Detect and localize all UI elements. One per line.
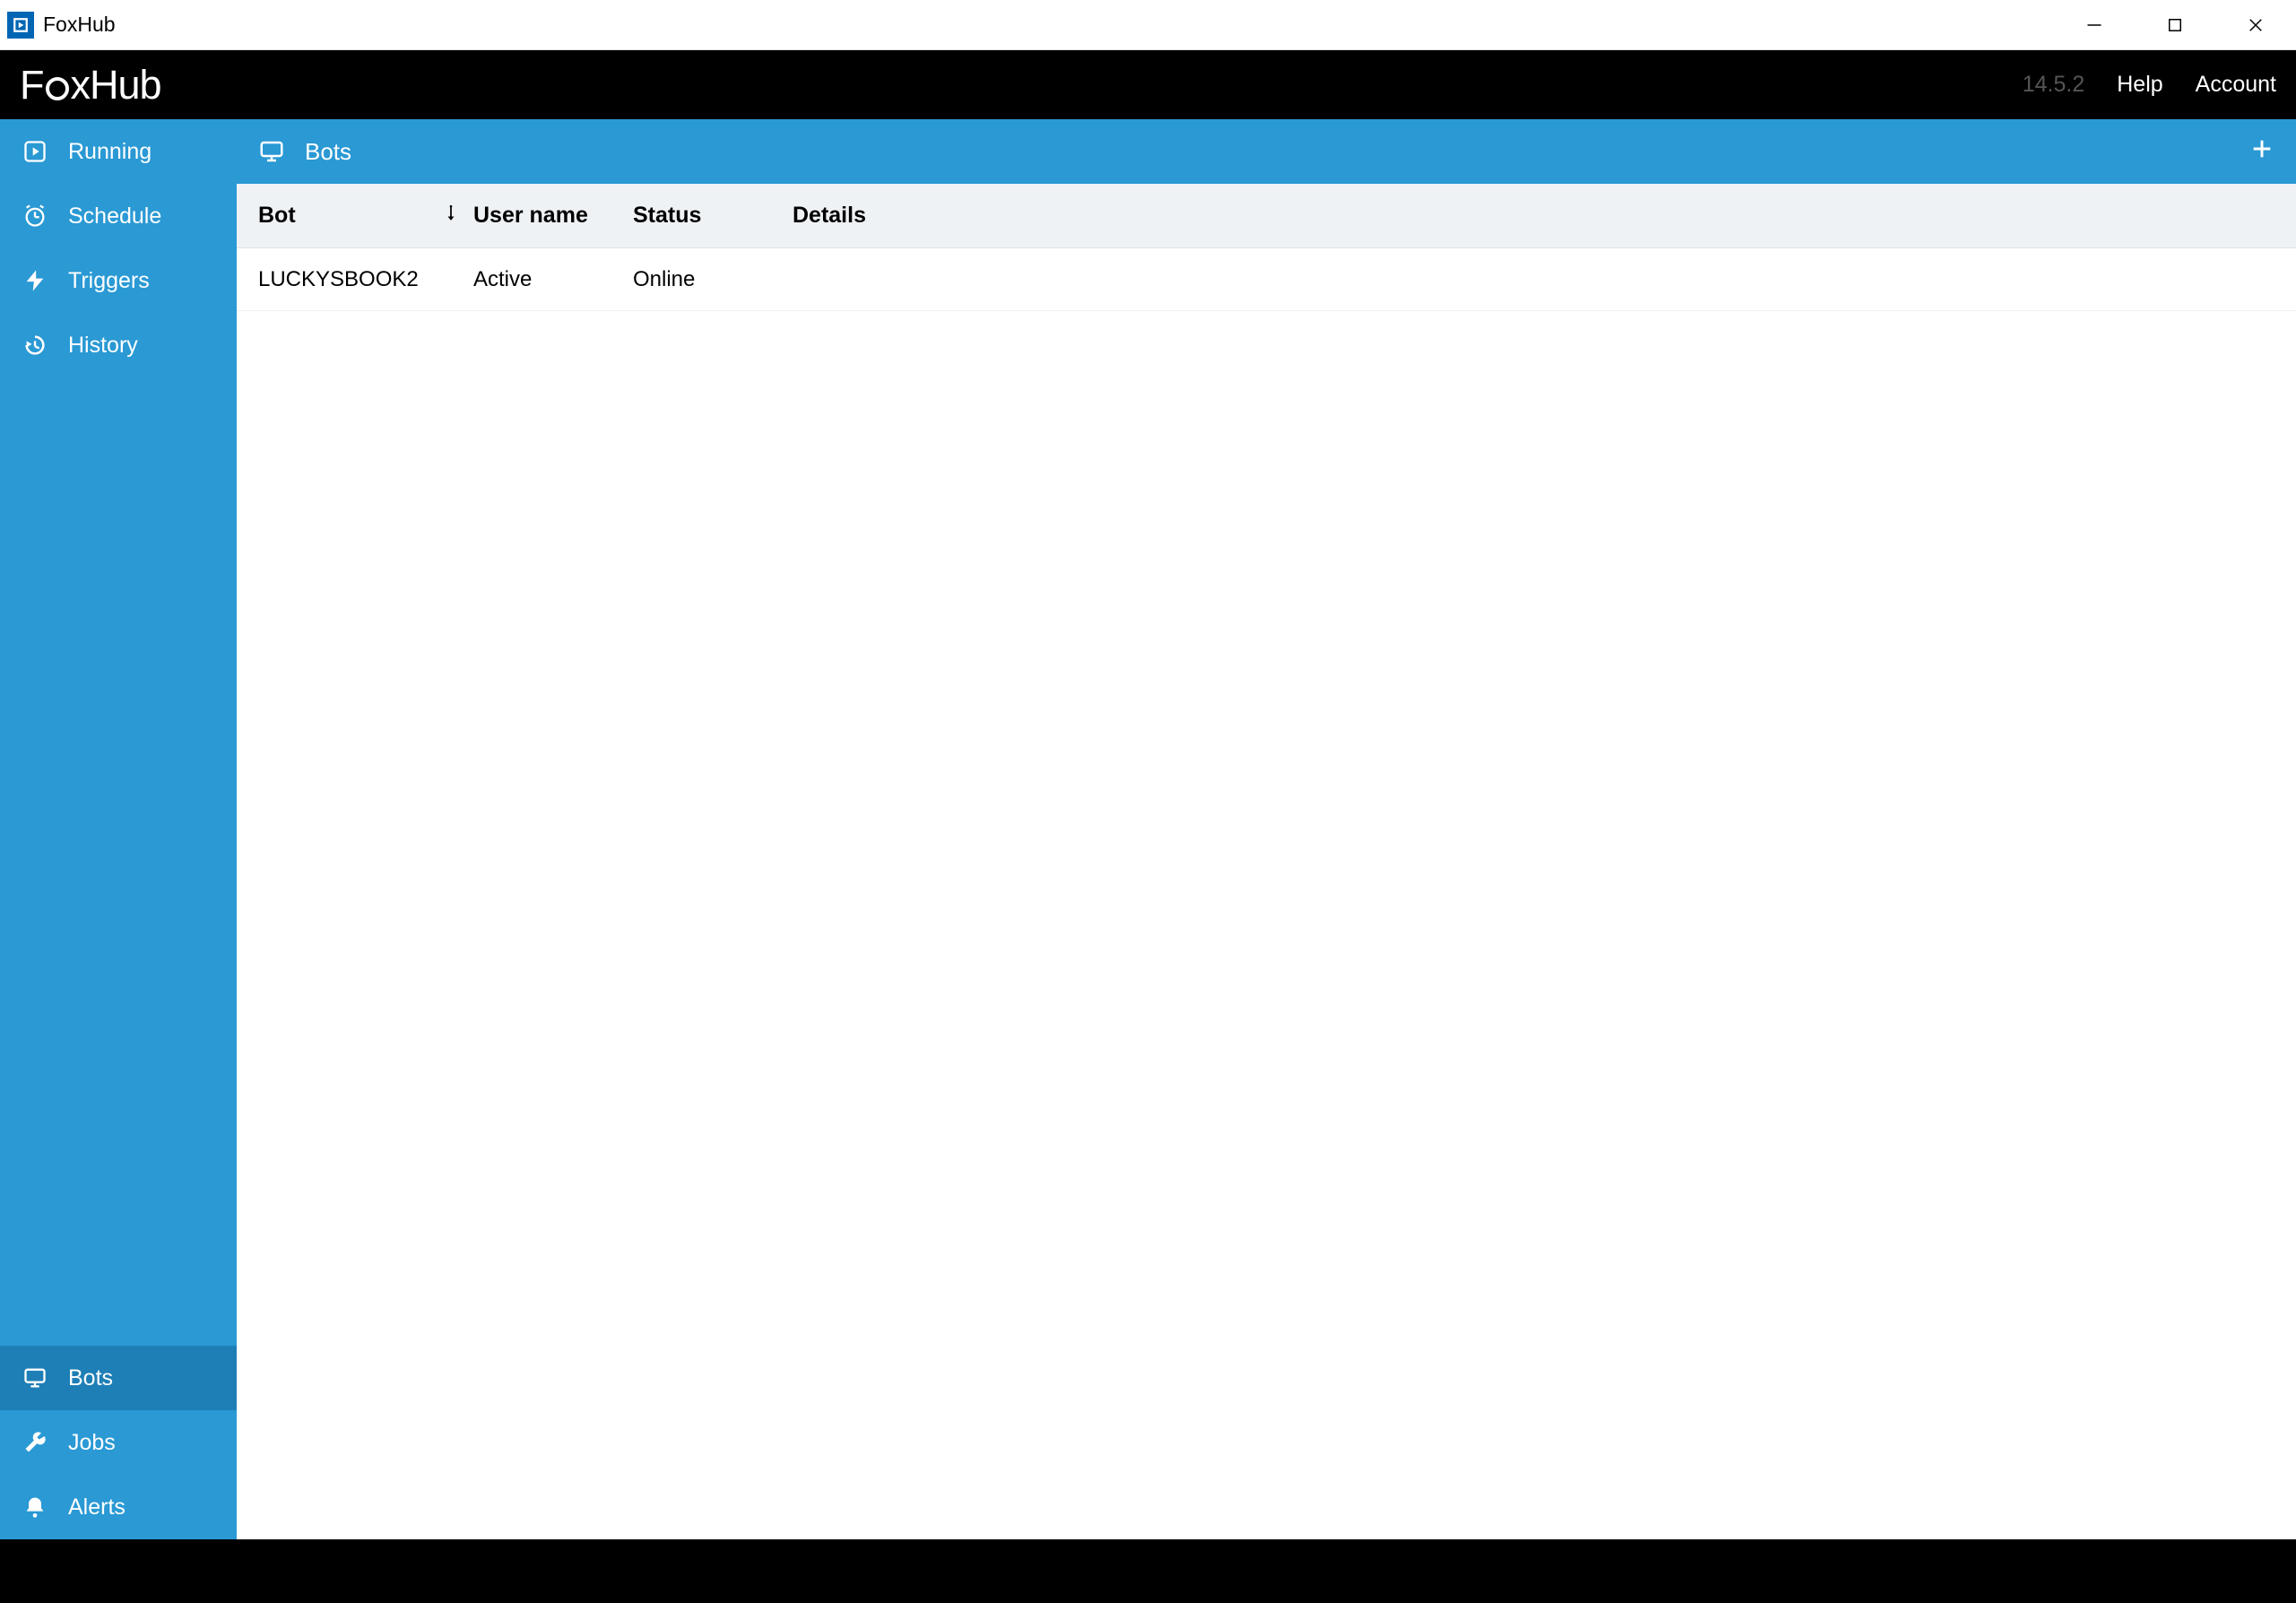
column-header-user[interactable]: User name: [473, 203, 633, 229]
sidebar-item-history[interactable]: History: [0, 313, 237, 377]
minimize-button[interactable]: [2054, 0, 2135, 49]
alarm-icon: [22, 203, 48, 230]
column-header-details[interactable]: Details: [793, 203, 2296, 229]
version-label: 14.5.2: [2023, 72, 2085, 98]
body: Running Schedule Triggers: [0, 119, 2296, 1539]
add-bot-button[interactable]: [2249, 134, 2274, 169]
sidebar-item-jobs[interactable]: Jobs: [0, 1410, 237, 1475]
cell-value: Active: [473, 267, 532, 291]
logo-text-prefix: F: [20, 62, 44, 108]
sidebar-item-schedule[interactable]: Schedule: [0, 184, 237, 248]
bottom-black-bar: [0, 1539, 2296, 1603]
sidebar-item-label: Running: [68, 139, 152, 165]
column-label: Status: [633, 203, 701, 228]
table-row[interactable]: LUCKYSBOOK2 Active Online: [237, 248, 2296, 311]
sidebar-item-label: Triggers: [68, 268, 150, 294]
sidebar-spacer: [0, 377, 237, 1346]
sort-descending-icon: [445, 204, 457, 228]
bell-icon: [22, 1494, 48, 1521]
help-link[interactable]: Help: [2117, 72, 2162, 98]
wrench-icon: [22, 1429, 48, 1456]
history-icon: [22, 332, 48, 359]
section-title: Bots: [305, 138, 351, 166]
app-window: FoxHub F xHub 14.5.2 Help Account: [0, 0, 2296, 1539]
window-titlebar: FoxHub: [0, 0, 2296, 50]
topbar-right: 14.5.2 Help Account: [2023, 72, 2276, 98]
sidebar-item-label: History: [68, 333, 138, 359]
topbar: F xHub 14.5.2 Help Account: [0, 50, 2296, 119]
column-label: User name: [473, 203, 588, 228]
play-circle-icon: [22, 138, 48, 165]
cell-status: Online: [633, 267, 793, 292]
app-icon: [7, 12, 34, 39]
monitor-icon: [22, 1365, 48, 1391]
window-controls: [2054, 0, 2296, 49]
monitor-icon: [258, 138, 285, 165]
sidebar-item-label: Jobs: [68, 1430, 116, 1456]
column-header-bot[interactable]: Bot: [258, 203, 473, 229]
logo-text-suffix: xHub: [71, 62, 161, 108]
logo-o-icon: [46, 77, 69, 100]
cell-bot: LUCKYSBOOK2: [258, 267, 473, 292]
section-header: Bots: [237, 119, 2296, 184]
sidebar-top: Running Schedule Triggers: [0, 119, 237, 377]
column-header-status[interactable]: Status: [633, 203, 793, 229]
sidebar-item-label: Schedule: [68, 204, 161, 230]
maximize-button[interactable]: [2135, 0, 2215, 49]
sidebar: Running Schedule Triggers: [0, 119, 237, 1539]
cell-value: Online: [633, 267, 695, 291]
window-title: FoxHub: [43, 13, 116, 37]
sidebar-bottom: Bots Jobs Alerts: [0, 1346, 237, 1539]
cell-value: LUCKYSBOOK2: [258, 267, 419, 292]
table-header: Bot User name Status Details: [237, 184, 2296, 248]
close-button[interactable]: [2215, 0, 2296, 49]
sidebar-item-label: Alerts: [68, 1495, 126, 1521]
main-content: Bots Bot User name Status: [237, 119, 2296, 1539]
account-link[interactable]: Account: [2196, 72, 2276, 98]
bolt-icon: [22, 267, 48, 294]
column-label: Bot: [258, 203, 296, 229]
sidebar-item-label: Bots: [68, 1365, 113, 1391]
app-logo: F xHub: [20, 62, 161, 108]
sidebar-item-triggers[interactable]: Triggers: [0, 248, 237, 313]
cell-user: Active: [473, 267, 633, 292]
sidebar-item-running[interactable]: Running: [0, 119, 237, 184]
sidebar-item-bots[interactable]: Bots: [0, 1346, 237, 1410]
sidebar-item-alerts[interactable]: Alerts: [0, 1475, 237, 1539]
column-label: Details: [793, 203, 866, 228]
